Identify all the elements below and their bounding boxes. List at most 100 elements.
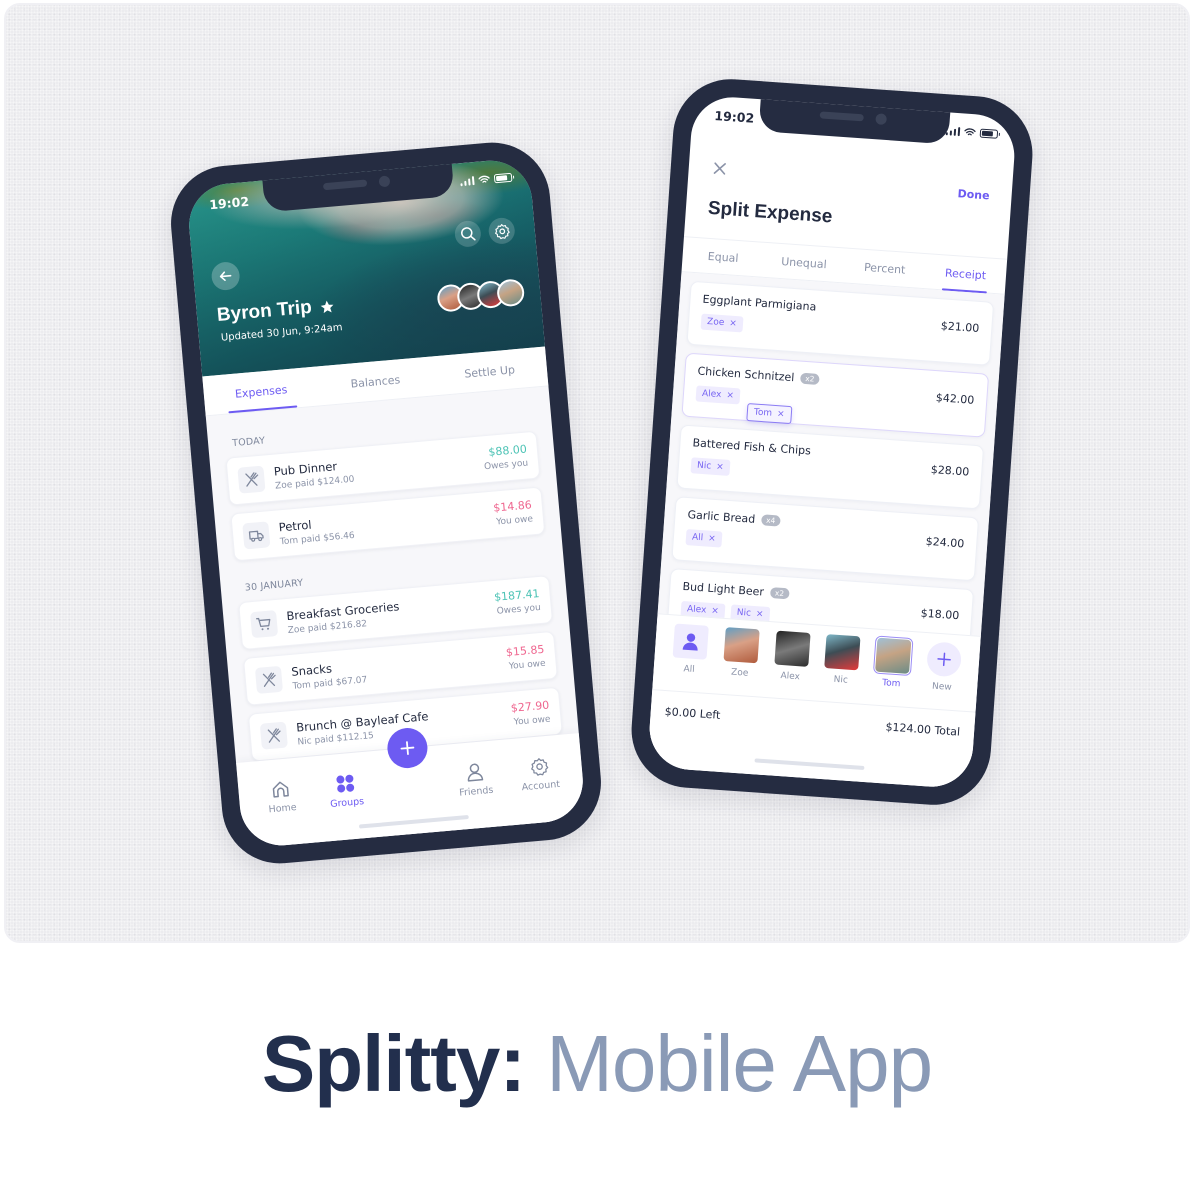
receipt-item[interactable]: Chicken Schnitzel x2 $42.00 Alex × Tom × bbox=[681, 352, 990, 438]
expense-balance: $88.00 Owes you bbox=[482, 443, 529, 473]
quantity-badge: x2 bbox=[769, 587, 790, 600]
page-caption: Splitty: Mobile App bbox=[0, 1018, 1194, 1110]
chip-label: Alex bbox=[686, 604, 707, 616]
avatar bbox=[872, 635, 914, 677]
amount-total: $124.00 Total bbox=[885, 720, 961, 739]
remove-icon[interactable]: × bbox=[716, 462, 724, 473]
tab-percent[interactable]: Percent bbox=[843, 248, 926, 288]
home-icon bbox=[273, 781, 290, 798]
expense-info: Petrol Tom paid $56.46 bbox=[278, 501, 495, 547]
status-icons bbox=[945, 126, 999, 139]
assignee-chip[interactable]: Nic × bbox=[690, 457, 731, 476]
settings-button[interactable] bbox=[487, 216, 516, 245]
assignee-chip[interactable]: All × bbox=[685, 529, 723, 548]
remove-icon[interactable]: × bbox=[777, 409, 785, 420]
cutlery-icon bbox=[237, 465, 266, 494]
remove-icon[interactable]: × bbox=[756, 609, 764, 620]
search-icon bbox=[461, 227, 476, 241]
expense-status: You owe bbox=[508, 658, 547, 672]
caption-subtitle: Mobile App bbox=[546, 1019, 933, 1108]
back-button[interactable] bbox=[210, 260, 241, 292]
signal-icon bbox=[459, 176, 475, 187]
item-name: Battered Fish & Chips bbox=[692, 436, 812, 458]
person-new[interactable]: New bbox=[915, 641, 970, 711]
phone-split-expense: 19:02 Done Split Expense Equal Unequal Per… bbox=[627, 75, 1037, 809]
expense-amount: $27.90 bbox=[510, 698, 550, 715]
tab-receipt[interactable]: Receipt bbox=[924, 254, 1007, 294]
person-label: All bbox=[683, 664, 696, 675]
person-zoe[interactable]: Zoe bbox=[713, 626, 768, 696]
wifi-icon bbox=[478, 175, 490, 183]
chip-label: Nic bbox=[736, 607, 752, 619]
tab-equal[interactable]: Equal bbox=[682, 237, 765, 277]
assignee-chip[interactable]: Zoe × bbox=[700, 313, 744, 333]
done-button[interactable]: Done bbox=[957, 187, 990, 202]
nav-home[interactable]: Home bbox=[246, 757, 318, 848]
close-button[interactable] bbox=[712, 160, 727, 180]
user-icon bbox=[682, 633, 698, 651]
assignee-chip[interactable]: Alex × bbox=[695, 385, 741, 405]
item-name: Bud Light Beer bbox=[682, 579, 765, 599]
expense-status: Owes you bbox=[483, 458, 529, 473]
remove-icon[interactable]: × bbox=[711, 606, 719, 617]
chip-label: Alex bbox=[701, 388, 722, 401]
person-nic[interactable]: Nic bbox=[814, 634, 869, 704]
user-icon bbox=[467, 763, 484, 782]
gear-icon bbox=[494, 223, 510, 239]
nav-label: Groups bbox=[329, 796, 365, 810]
item-name: Garlic Bread bbox=[687, 508, 756, 526]
caption-brand: Splitty: bbox=[261, 1019, 526, 1108]
person-label: Alex bbox=[780, 670, 801, 683]
expense-status: You owe bbox=[513, 714, 551, 728]
plus-icon bbox=[937, 652, 951, 667]
group-updated: Updated 30 Jun, 9:24am bbox=[220, 322, 343, 344]
person-label: Zoe bbox=[730, 667, 749, 679]
notch bbox=[758, 97, 951, 145]
expense-balance: $15.85 You owe bbox=[505, 643, 546, 672]
quantity-badge: x2 bbox=[799, 372, 820, 385]
avatar bbox=[723, 627, 760, 664]
add-person-button[interactable] bbox=[925, 641, 962, 678]
search-button[interactable] bbox=[453, 219, 482, 248]
home-indicator bbox=[754, 758, 865, 771]
battery-icon bbox=[979, 128, 999, 139]
tab-unequal[interactable]: Unequal bbox=[762, 243, 845, 283]
avatar bbox=[774, 630, 811, 667]
member-avatars[interactable] bbox=[436, 278, 526, 313]
cutlery-icon bbox=[254, 665, 284, 694]
receipt-item[interactable]: Battered Fish & Chips $28.00 Nic × bbox=[676, 424, 985, 510]
quantity-badge: x4 bbox=[760, 514, 781, 527]
person-all[interactable]: All bbox=[662, 623, 717, 693]
dragging-chip[interactable]: Tom × bbox=[746, 403, 793, 425]
expense-status: Owes you bbox=[496, 602, 542, 617]
chip-label: Nic bbox=[696, 460, 712, 472]
receipt-item[interactable]: Eggplant Parmigiana $21.00 Zoe × bbox=[686, 280, 995, 366]
amount-left: $0.00 Left bbox=[664, 705, 721, 722]
person-label: New bbox=[931, 681, 952, 693]
expense-amount: $14.86 bbox=[492, 498, 533, 515]
avatar bbox=[824, 634, 861, 671]
star-icon[interactable] bbox=[319, 298, 335, 314]
battery-icon bbox=[493, 172, 513, 184]
person-tom[interactable]: Tom bbox=[864, 635, 919, 707]
chip-label: Zoe bbox=[706, 317, 725, 329]
remove-icon[interactable]: × bbox=[729, 319, 737, 330]
plus-icon bbox=[400, 741, 415, 755]
nav-label: Account bbox=[521, 778, 561, 794]
person-label: Nic bbox=[833, 674, 849, 686]
page-title: Split Expense bbox=[707, 197, 834, 228]
nav-label: Friends bbox=[458, 784, 494, 799]
remove-icon[interactable]: × bbox=[726, 391, 734, 402]
nav-groups[interactable]: Groups bbox=[311, 751, 383, 842]
remove-icon[interactable]: × bbox=[708, 534, 716, 545]
expense-balance: $14.86 You owe bbox=[493, 498, 534, 527]
truck-icon bbox=[242, 521, 271, 550]
receipt-item[interactable]: Garlic Bread x4 $24.00 All × bbox=[671, 496, 980, 582]
item-name: Chicken Schnitzel bbox=[697, 364, 795, 385]
phone-group-expenses: 19:02 Byron Trip Updated 30 Jun, 9:24am … bbox=[166, 137, 606, 869]
groups-icon bbox=[336, 774, 355, 793]
person-alex[interactable]: Alex bbox=[763, 630, 818, 700]
wifi-icon bbox=[964, 128, 976, 136]
expense-balance: $27.90 You owe bbox=[510, 699, 551, 728]
nav-account[interactable]: Account bbox=[504, 734, 576, 825]
